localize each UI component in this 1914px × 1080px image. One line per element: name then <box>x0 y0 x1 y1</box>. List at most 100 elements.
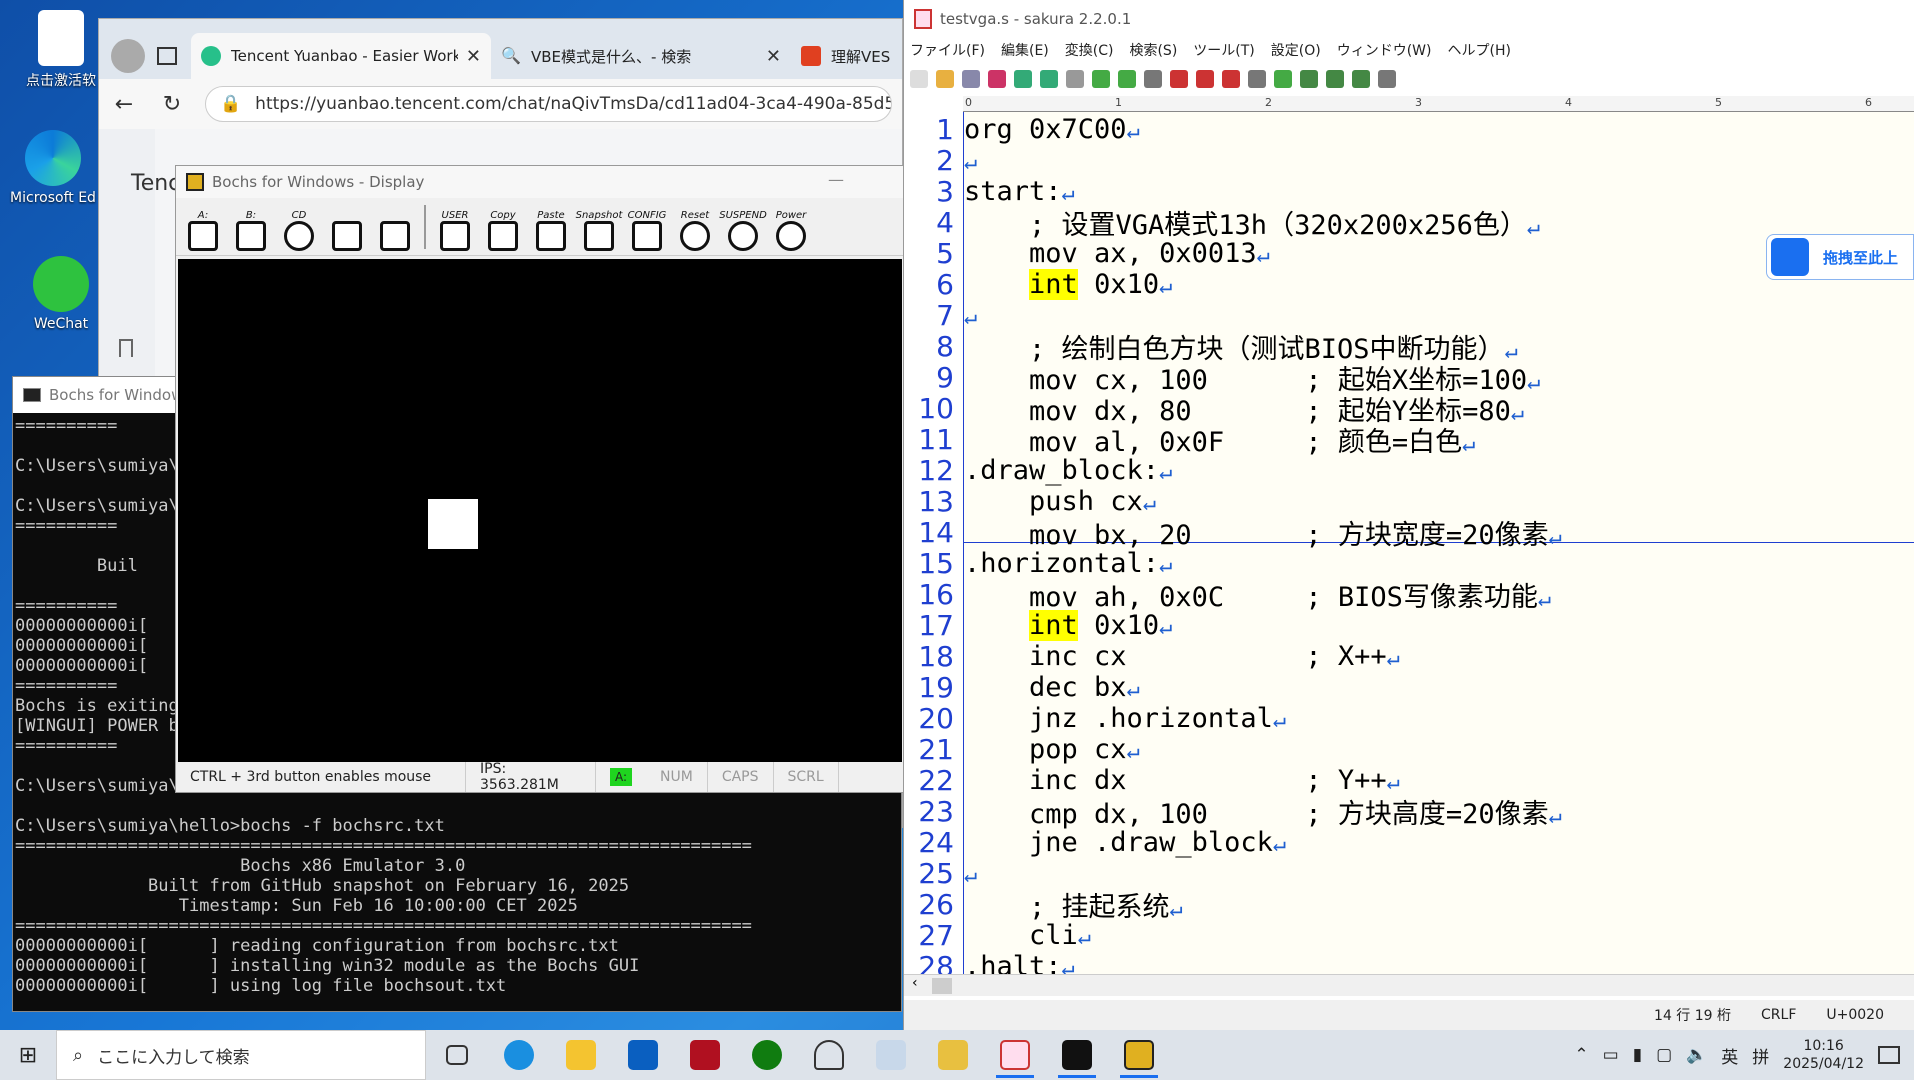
code-line[interactable]: 28 .halt:↵ <box>904 950 1914 974</box>
editor-tool-icon-11[interactable] <box>1196 70 1214 88</box>
editor-tool-icon-13[interactable] <box>1248 70 1266 88</box>
notification-icon[interactable] <box>1878 1046 1900 1064</box>
network-icon[interactable]: ▭ <box>1603 1045 1619 1065</box>
editor-tool-icon-14[interactable] <box>1274 70 1292 88</box>
clock[interactable]: 10:16 2025/04/12 <box>1783 1037 1864 1073</box>
taskbar-app[interactable] <box>798 1030 860 1080</box>
taskbar-snip[interactable] <box>922 1030 984 1080</box>
code-line[interactable]: 27 cli↵ <box>904 919 1914 952</box>
url-field[interactable]: 🔒 https://yuanbao.tencent.com/chat/naQiv… <box>205 86 892 122</box>
minimize-button[interactable]: — <box>828 170 844 189</box>
code-line[interactable]: 21 pop cx↵ <box>904 733 1914 766</box>
menu-item-1[interactable]: 編集(E) <box>1001 40 1049 60</box>
bochs-tool-11[interactable]: SUSPEND <box>719 203 767 251</box>
start-button[interactable]: ⊞ <box>0 1043 56 1068</box>
bochs-tool-1[interactable]: B: <box>232 203 270 251</box>
bochs-tool-2[interactable]: CD <box>280 203 318 251</box>
bochs-tool-3[interactable] <box>328 203 366 251</box>
code-line[interactable]: 24 jne .draw_block↵ <box>904 826 1914 859</box>
display-icon[interactable]: ▢ <box>1656 1045 1672 1065</box>
menu-item-0[interactable]: ファイル(F) <box>910 40 985 60</box>
code-line[interactable]: 23 cmp dx, 100 ; 方块高度=20像素↵ <box>904 795 1914 830</box>
editor-tool-icon-2[interactable] <box>962 70 980 88</box>
taskbar-paint[interactable] <box>860 1030 922 1080</box>
scroll-thumb[interactable] <box>932 978 952 994</box>
taskbar-sakura[interactable] <box>984 1030 1046 1080</box>
bochs-tool-10[interactable]: Reset <box>676 203 714 251</box>
tab-actions-icon[interactable] <box>157 47 177 65</box>
refresh-icon[interactable]: ↻ <box>157 92 187 117</box>
bochs-tool-8[interactable]: Snapshot <box>576 203 622 251</box>
code-line[interactable]: 19 dec bx↵ <box>904 671 1914 704</box>
editor-tool-icon-1[interactable] <box>936 70 954 88</box>
desktop-icon-edge[interactable]: Microsoft Ed <box>8 130 98 206</box>
code-line[interactable]: 17 int 0x10↵ <box>904 609 1914 642</box>
editor-tool-icon-9[interactable] <box>1144 70 1162 88</box>
menu-item-2[interactable]: 変換(C) <box>1065 40 1114 60</box>
ime-mode[interactable]: 英 <box>1721 1043 1738 1068</box>
code-line[interactable]: 2 ↵ <box>904 144 1914 177</box>
tab-vesa[interactable]: 理解VES <box>791 33 891 79</box>
bochs-tool-5[interactable]: USER <box>436 203 474 251</box>
desktop-icon-activate[interactable]: 点击激活软 <box>16 10 106 90</box>
bochs-tool-6[interactable]: Copy <box>484 203 522 251</box>
code-line[interactable]: 26 ; 挂起系统↵ <box>904 888 1914 923</box>
battery-icon[interactable]: ▮ <box>1633 1045 1642 1065</box>
taskbar-edge[interactable] <box>488 1030 550 1080</box>
chevron-up-icon[interactable]: ⌃ <box>1574 1045 1588 1065</box>
menu-item-7[interactable]: ヘルプ(H) <box>1448 40 1511 60</box>
code-line[interactable]: 1 org 0x7C00↵ <box>904 113 1914 146</box>
editor-tool-icon-10[interactable] <box>1170 70 1188 88</box>
editor-tool-icon-4[interactable] <box>1014 70 1032 88</box>
taskbar-xbox[interactable] <box>736 1030 798 1080</box>
bochs-tool-7[interactable]: Paste <box>532 203 570 251</box>
editor-tool-icon-16[interactable] <box>1326 70 1344 88</box>
editor-tool-icon-3[interactable] <box>988 70 1006 88</box>
code-line[interactable]: 6 int 0x10↵ <box>904 268 1914 301</box>
horizontal-scrollbar[interactable]: ‹ <box>904 974 1914 996</box>
close-icon[interactable]: ✕ <box>466 46 481 67</box>
ime-input[interactable]: 拼 <box>1752 1043 1769 1068</box>
tab-yuanbao[interactable]: Tencent Yuanbao - Easier Work, B ✕ <box>191 33 491 79</box>
taskbar-explorer[interactable] <box>550 1030 612 1080</box>
code-line[interactable]: 5 mov ax, 0x0013↵ <box>904 237 1914 270</box>
scroll-left-icon[interactable]: ‹ <box>912 975 918 991</box>
code-line[interactable]: 20 jnz .horizontal↵ <box>904 702 1914 735</box>
bochs-tool-9[interactable]: CONFIG <box>628 203 666 251</box>
drag-here-button[interactable]: 拖拽至此上 <box>1766 234 1914 280</box>
editor-tool-icon-15[interactable] <box>1300 70 1318 88</box>
menu-item-6[interactable]: ウィンドウ(W) <box>1337 40 1432 60</box>
bochs-tool-12[interactable]: Power <box>772 203 810 251</box>
code-line[interactable]: 12 .draw_block:↵ <box>904 454 1914 487</box>
editor-tool-icon-17[interactable] <box>1352 70 1370 88</box>
editor-tool-icon-0[interactable] <box>910 70 928 88</box>
code-line[interactable]: 11 mov al, 0x0F ; 颜色=白色↵ <box>904 423 1914 458</box>
editor-tool-icon-18[interactable] <box>1378 70 1396 88</box>
taskbar-bochs[interactable] <box>1108 1030 1170 1080</box>
menu-item-5[interactable]: 設定(O) <box>1271 40 1321 60</box>
editor-tool-icon-8[interactable] <box>1118 70 1136 88</box>
desktop-icon-wechat[interactable]: WeChat <box>16 256 106 332</box>
close-icon[interactable]: ✕ <box>766 46 781 67</box>
taskbar-outlook[interactable] <box>612 1030 674 1080</box>
taskbar-app-red[interactable] <box>674 1030 736 1080</box>
back-arrow-icon[interactable]: ← <box>109 92 139 117</box>
taskbar-search[interactable]: ⌕ ここに入力して検索 <box>56 1030 426 1080</box>
code-editor[interactable]: 1 org 0x7C00↵ 2 ↵ 3 start:↵ 4 ; 设置VGA模式13h（320… <box>904 112 1914 974</box>
bochs-tool-4[interactable] <box>376 203 414 251</box>
tab-vbe-search[interactable]: 🔍 VBE模式是什么、- 検索 ✕ <box>491 33 791 79</box>
volume-icon[interactable]: 🔈 <box>1686 1045 1707 1065</box>
menu-item-3[interactable]: 検索(S) <box>1129 40 1177 60</box>
editor-tool-icon-6[interactable] <box>1066 70 1084 88</box>
editor-tool-icon-5[interactable] <box>1040 70 1058 88</box>
code-line[interactable]: 16 mov ah, 0x0C ; BIOS写像素功能↵ <box>904 578 1914 613</box>
code-line[interactable]: 4 ; 设置VGA模式13h（320x200x256色）↵ <box>904 206 1914 241</box>
code-line[interactable]: 14 mov bx, 20 ; 方块宽度=20像素↵ <box>904 516 1914 551</box>
bookmark-icon[interactable] <box>119 339 133 357</box>
menu-item-4[interactable]: ツール(T) <box>1193 40 1254 60</box>
editor-tool-icon-7[interactable] <box>1092 70 1110 88</box>
bochs-tool-0[interactable]: A: <box>184 203 222 251</box>
taskbar-terminal[interactable] <box>1046 1030 1108 1080</box>
emulator-screen[interactable] <box>178 259 902 762</box>
profile-avatar[interactable] <box>111 39 145 73</box>
